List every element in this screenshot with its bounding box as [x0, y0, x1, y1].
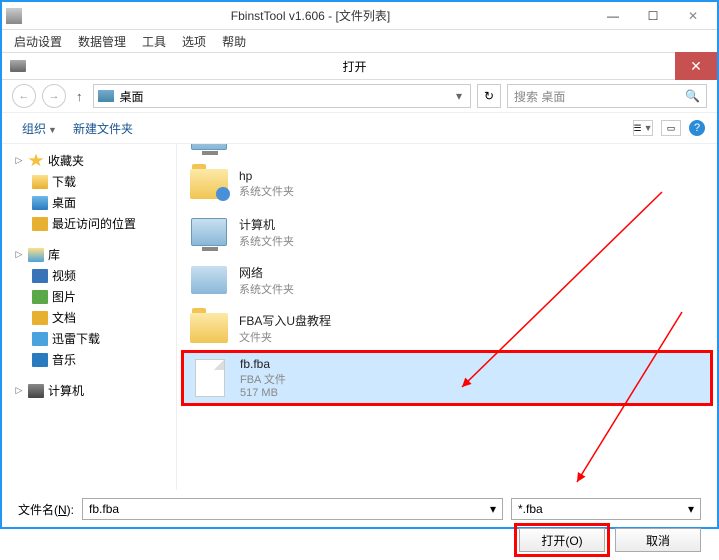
open-button[interactable]: 打开(O): [519, 528, 605, 552]
search-placeholder: 搜索 桌面: [514, 88, 565, 105]
chevron-down-icon[interactable]: ▾: [490, 502, 496, 516]
file-pane[interactable]: 系统文件夹 hp系统文件夹 计算机系统文件夹 网络系统文件夹 FBA写入U盘教程…: [177, 144, 717, 490]
menu-item[interactable]: 启动设置: [6, 33, 70, 50]
network-icon: [191, 266, 227, 294]
organize-button[interactable]: 组织▼: [14, 120, 65, 137]
app-icon: [6, 8, 22, 24]
search-input[interactable]: 搜索 桌面 🔍: [507, 84, 707, 108]
sidebar-item-music[interactable]: 音乐: [6, 349, 172, 370]
filename-input[interactable]: fb.fba▾: [82, 498, 503, 520]
minimize-button[interactable]: —: [593, 4, 633, 28]
sidebar-item-desktop[interactable]: 桌面: [6, 192, 172, 213]
up-button[interactable]: ↑: [72, 89, 87, 104]
sidebar-item-video[interactable]: 视频: [6, 265, 172, 286]
window-title: FbinstTool v1.606 - [文件列表]: [28, 7, 593, 24]
filetype-filter[interactable]: *.fba▾: [511, 498, 701, 520]
sidebar-computer[interactable]: ▷计算机: [6, 380, 172, 401]
sidebar-item-downloads[interactable]: 下载: [6, 171, 172, 192]
refresh-button[interactable]: ↻: [477, 84, 501, 108]
folder-icon: [190, 313, 228, 343]
cancel-button[interactable]: 取消: [615, 528, 701, 552]
sidebar-item-docs[interactable]: 文档: [6, 307, 172, 328]
help-icon[interactable]: ?: [689, 120, 705, 136]
menu-item[interactable]: 数据管理: [70, 33, 134, 50]
list-item[interactable]: 计算机系统文件夹: [183, 208, 711, 256]
menu-item[interactable]: 帮助: [214, 33, 254, 50]
forward-button[interactable]: →: [42, 84, 66, 108]
sidebar-favorites[interactable]: ▷收藏夹: [6, 150, 172, 171]
menu-item[interactable]: 选项: [174, 33, 214, 50]
menu-bar: 启动设置 数据管理 工具 选项 帮助: [2, 30, 717, 52]
close-button[interactable]: ✕: [673, 4, 713, 28]
folder-icon: [190, 169, 228, 199]
chevron-down-icon[interactable]: ▾: [688, 502, 694, 516]
dialog-close-button[interactable]: ✕: [675, 52, 717, 80]
list-item[interactable]: 系统文件夹: [183, 144, 711, 160]
computer-icon: [191, 218, 227, 246]
sidebar-item-recent[interactable]: 最近访问的位置: [6, 213, 172, 234]
list-item[interactable]: hp系统文件夹: [183, 160, 711, 208]
maximize-button[interactable]: ☐: [633, 4, 673, 28]
view-mode-button[interactable]: ☰▼: [633, 120, 653, 136]
list-item-selected[interactable]: fb.fbaFBA 文件517 MB: [183, 352, 711, 404]
breadcrumb[interactable]: 桌面 ▾: [93, 84, 472, 108]
search-icon: 🔍: [685, 89, 700, 103]
chevron-down-icon[interactable]: ▾: [452, 89, 466, 103]
sidebar-item-xunlei[interactable]: 迅雷下载: [6, 328, 172, 349]
sidebar: ▷收藏夹 下载 桌面 最近访问的位置 ▷库 视频 图片 文档 迅雷下载 音乐 ▷…: [2, 144, 177, 490]
sidebar-item-pictures[interactable]: 图片: [6, 286, 172, 307]
menu-item[interactable]: 工具: [134, 33, 174, 50]
list-item[interactable]: FBA写入U盘教程文件夹: [183, 304, 711, 352]
list-item[interactable]: 网络系统文件夹: [183, 256, 711, 304]
new-folder-button[interactable]: 新建文件夹: [65, 120, 141, 137]
location-icon: [98, 90, 114, 102]
dialog-icon: [10, 60, 26, 72]
location-text: 桌面: [120, 88, 452, 105]
sidebar-library[interactable]: ▷库: [6, 244, 172, 265]
filename-label: 文件名(N):: [18, 501, 74, 518]
file-icon: [195, 359, 225, 397]
dialog-title: 打开: [34, 58, 675, 75]
back-button[interactable]: ←: [12, 84, 36, 108]
preview-pane-button[interactable]: ▭: [661, 120, 681, 136]
